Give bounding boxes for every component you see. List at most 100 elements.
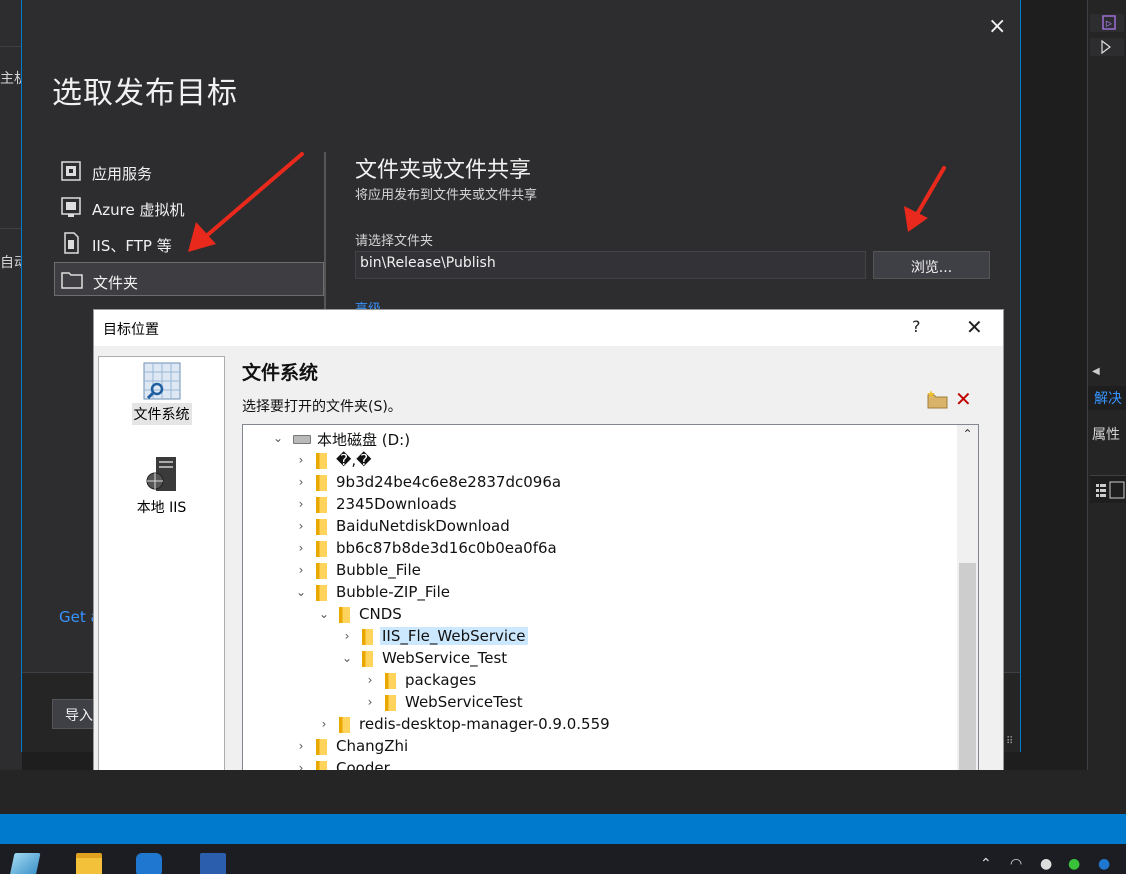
folder-icon (385, 673, 396, 689)
target-label: Azure 虚拟机 (92, 201, 185, 219)
target-label: IIS、FTP 等 (92, 237, 172, 255)
close-icon[interactable]: × (988, 14, 1006, 39)
tree-row[interactable]: ⌄ 本地磁盘 (D:) (243, 428, 953, 450)
tree-row[interactable]: › Bubble_File (243, 560, 953, 582)
tree-item-label: Bubble-ZIP_File (336, 583, 450, 601)
teamviewer-icon[interactable] (136, 853, 162, 874)
tree-row[interactable]: › 2345Downloads (243, 494, 953, 516)
close-button[interactable]: ✕ (966, 315, 983, 339)
tree-item-label: redis-desktop-manager-0.9.0.559 (359, 715, 610, 733)
tree-row[interactable]: › IIS_Fle_WebService (243, 626, 953, 648)
azure-vm-icon (60, 196, 82, 218)
browse-button[interactable]: 浏览... (873, 251, 990, 279)
chevron-right-icon[interactable]: › (294, 541, 308, 555)
tree-row[interactable]: › bb6c87b8de3d16c0b0ea0f6a (243, 538, 953, 560)
divider (324, 152, 326, 322)
sidebar-item-file-system[interactable]: 文件系统 (99, 361, 224, 425)
target-label: 文件夹 (93, 274, 139, 292)
status-bar (0, 814, 1126, 844)
folder-icon (316, 475, 327, 491)
chevron-down-icon[interactable]: ⌄ (317, 607, 331, 621)
file-system-icon (142, 361, 182, 401)
properties-header: 属性 (1088, 420, 1126, 480)
divider (0, 228, 22, 229)
chevron-right-icon[interactable]: › (294, 475, 308, 489)
tree-row[interactable]: › BaiduNetdiskDownload (243, 516, 953, 538)
chevron-right-icon[interactable]: › (363, 673, 377, 687)
chevron-down-icon[interactable]: ⌄ (294, 585, 308, 599)
annotation-arrow-icon (188, 152, 304, 252)
page-title: 选取发布目标 (52, 76, 238, 111)
qq-icon[interactable]: ● (1040, 856, 1052, 872)
tree-row[interactable]: ⌄ CNDS (243, 604, 953, 626)
chevron-right-icon[interactable]: › (294, 739, 308, 753)
file-explorer-icon[interactable] (76, 853, 102, 874)
local-iis-icon (142, 455, 182, 495)
target-label: 应用服务 (92, 165, 153, 183)
tree-row[interactable]: › WebServiceTest (243, 692, 953, 714)
folder-icon (316, 739, 327, 755)
solution-explorer-tab[interactable]: 解决 (1088, 386, 1126, 410)
tree-row[interactable]: › packages (243, 670, 953, 692)
ide-right-panel: ᐅ ◀ 解决 属性 (1087, 0, 1126, 772)
chevron-right-icon[interactable]: › (340, 629, 354, 643)
tree-item-label: CNDS (359, 605, 402, 623)
tree-item-label: ChangZhi (336, 737, 409, 755)
chevron-right-icon[interactable]: › (294, 519, 308, 533)
folder-label: 请选择文件夹 (355, 234, 434, 249)
wechat-icon[interactable]: ● (1068, 856, 1080, 872)
wifi-icon[interactable]: ◠ (1010, 856, 1022, 872)
chevron-right-icon[interactable]: › (294, 453, 308, 467)
folder-icon (385, 695, 396, 711)
folder-icon (316, 453, 327, 469)
taskbar (0, 844, 1126, 874)
tree-item-label: �,� (336, 451, 372, 469)
folder-icon (316, 519, 327, 535)
tree-row[interactable]: › �,� (243, 450, 953, 472)
chevron-down-icon[interactable]: ⌄ (271, 431, 285, 445)
chevron-right-icon[interactable]: › (294, 497, 308, 511)
svg-text:ᐅ: ᐅ (1105, 20, 1112, 30)
chevron-right-icon[interactable]: › (363, 695, 377, 709)
chevron-up-icon[interactable]: ⌃ (980, 856, 992, 872)
word-icon[interactable] (200, 853, 226, 874)
chevron-right-icon[interactable]: › (317, 717, 331, 731)
chevron-up-icon[interactable]: ⌃ (957, 427, 978, 441)
tree-row[interactable]: ⌄ Bubble-ZIP_File (243, 582, 953, 604)
section-heading: 文件夹或文件共享 (355, 158, 532, 183)
folder-icon (316, 585, 327, 601)
app-service-icon (60, 160, 82, 182)
delete-icon[interactable]: ✕ (955, 387, 972, 411)
recycle-bin-icon[interactable] (9, 853, 41, 874)
teamviewer-tray-icon[interactable]: ● (1098, 856, 1110, 872)
section-subtitle: 将应用发布到文件夹或文件共享 (355, 188, 538, 203)
section-subtitle: 选择要打开的文件夹(S)。 (242, 399, 402, 415)
sidebar-item-label: 文件系统 (131, 403, 192, 425)
tree-row[interactable]: › redis-desktop-manager-0.9.0.559 (243, 714, 953, 736)
sidebar-item-local-iis[interactable]: 本地 IIS (99, 455, 224, 517)
tree-row[interactable]: ⌄ WebService_Test (243, 648, 953, 670)
folder-icon (316, 563, 327, 579)
folder-icon (316, 541, 327, 557)
dialog-title: 目标位置 (103, 322, 159, 338)
folder-icon (362, 651, 373, 667)
tree-item-label: bb6c87b8de3d16c0b0ea0f6a (336, 539, 557, 557)
help-button[interactable]: ? (912, 317, 921, 336)
drive-icon (293, 435, 311, 444)
folder-path-input[interactable]: bin\Release\Publish (355, 251, 866, 279)
play-icon[interactable] (1090, 38, 1124, 56)
chevron-right-icon[interactable]: › (294, 563, 308, 577)
divider (0, 46, 22, 47)
collapse-arrow-icon[interactable]: ◀ (1092, 366, 1100, 377)
folder-icon (316, 497, 327, 513)
dialog-titlebar[interactable]: 目标位置 ? ✕ (94, 310, 1003, 346)
section-heading: 文件系统 (242, 362, 319, 384)
tree-row[interactable]: › 9b3d24be4c6e8e2837dc096a (243, 472, 953, 494)
vs-icon[interactable]: ᐅ (1090, 14, 1124, 32)
tree-item-label: 2345Downloads (336, 495, 457, 513)
tree-row[interactable]: › ChangZhi (243, 736, 953, 758)
target-folder[interactable]: 文件夹 (54, 262, 324, 296)
chevron-down-icon[interactable]: ⌄ (340, 651, 354, 665)
resize-grip-icon[interactable]: ⠿ (1006, 736, 1013, 747)
new-folder-icon[interactable] (927, 389, 949, 409)
